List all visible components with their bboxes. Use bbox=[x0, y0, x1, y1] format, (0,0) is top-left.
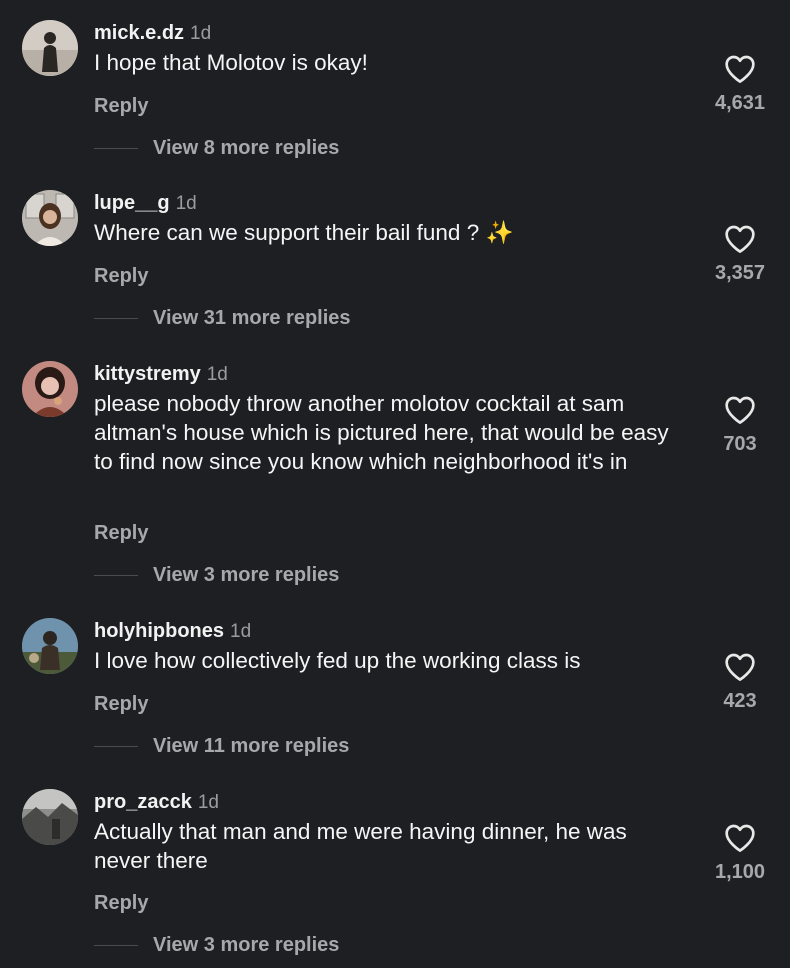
heart-icon[interactable] bbox=[724, 54, 756, 84]
view-more-replies[interactable]: View 3 more replies bbox=[94, 562, 339, 588]
heart-icon[interactable] bbox=[724, 652, 756, 682]
like-count: 4,631 bbox=[714, 92, 766, 114]
comment-text: I love how collectively fed up the worki… bbox=[94, 648, 581, 673]
timestamp: 1d bbox=[175, 193, 197, 214]
like-count: 3,357 bbox=[714, 262, 766, 284]
divider-line bbox=[94, 574, 138, 576]
avatar[interactable] bbox=[22, 618, 78, 674]
like-control: 4,631 bbox=[690, 54, 790, 115]
divider-line bbox=[94, 745, 138, 747]
timestamp: 1d bbox=[190, 23, 212, 44]
avatar-person-outdoor-icon bbox=[22, 618, 78, 674]
timestamp: 1d bbox=[197, 792, 219, 813]
view-more-label: View 11 more replies bbox=[153, 735, 350, 757]
avatar-person-window-icon bbox=[22, 190, 78, 246]
divider-line bbox=[94, 944, 138, 946]
heart-icon[interactable] bbox=[724, 224, 756, 254]
avatar[interactable] bbox=[22, 20, 78, 76]
reply-button[interactable]: Reply bbox=[94, 520, 148, 546]
username[interactable]: mick.e.dz bbox=[94, 22, 184, 44]
timestamp: 1d bbox=[206, 364, 228, 385]
like-control: 1,100 bbox=[690, 823, 790, 884]
timestamp: 1d bbox=[230, 621, 252, 642]
view-more-label: View 8 more replies bbox=[153, 137, 340, 159]
view-more-replies[interactable]: View 3 more replies bbox=[94, 932, 339, 958]
reply-button[interactable]: Reply bbox=[94, 691, 148, 717]
reply-button[interactable]: Reply bbox=[94, 93, 148, 119]
avatar-person-standing-icon bbox=[22, 20, 78, 76]
avatar-grayscale-photo-icon bbox=[22, 789, 78, 845]
view-more-label: View 3 more replies bbox=[153, 934, 340, 956]
reply-button[interactable]: Reply bbox=[94, 263, 148, 289]
view-more-label: View 3 more replies bbox=[153, 564, 340, 586]
heart-icon[interactable] bbox=[724, 823, 756, 853]
comment-text: Where can we support their bail fund ? ✨ bbox=[94, 220, 514, 245]
username[interactable]: lupe__g bbox=[94, 192, 170, 214]
comment-text: please nobody throw another molotov cock… bbox=[94, 391, 669, 474]
username[interactable]: pro_zacck bbox=[94, 791, 192, 813]
like-control: 3,357 bbox=[690, 224, 790, 285]
view-more-replies[interactable]: View 11 more replies bbox=[94, 733, 349, 759]
like-count: 1,100 bbox=[714, 861, 766, 883]
username[interactable]: kittystremy bbox=[94, 363, 201, 385]
like-count: 423 bbox=[723, 690, 757, 712]
like-control: 423 bbox=[690, 652, 790, 713]
username[interactable]: holyhipbones bbox=[94, 620, 224, 642]
divider-line bbox=[94, 317, 138, 319]
comment-text: I hope that Molotov is okay! bbox=[94, 50, 368, 75]
view-more-label: View 31 more replies bbox=[153, 307, 351, 329]
avatar[interactable] bbox=[22, 361, 78, 417]
avatar-person-red-icon bbox=[22, 361, 78, 417]
divider-line bbox=[94, 147, 138, 149]
view-more-replies[interactable]: View 31 more replies bbox=[94, 305, 351, 331]
avatar[interactable] bbox=[22, 190, 78, 246]
view-more-replies[interactable]: View 8 more replies bbox=[94, 135, 339, 161]
like-control: 703 bbox=[690, 395, 790, 456]
reply-button[interactable]: Reply bbox=[94, 890, 148, 916]
avatar[interactable] bbox=[22, 789, 78, 845]
heart-icon[interactable] bbox=[724, 395, 756, 425]
like-count: 703 bbox=[723, 433, 757, 455]
comment-text: Actually that man and me were having din… bbox=[94, 819, 627, 873]
